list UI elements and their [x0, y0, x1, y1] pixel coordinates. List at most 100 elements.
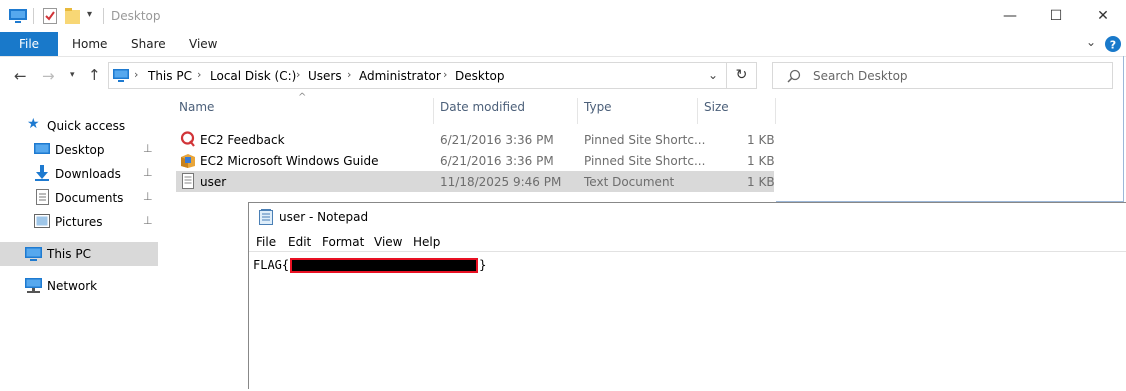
tab-share[interactable]: Share: [131, 32, 166, 56]
properties-icon[interactable]: [43, 8, 57, 24]
nav-item-this-pc[interactable]: This PC: [0, 242, 158, 266]
column-divider[interactable]: [775, 98, 776, 124]
menu-edit[interactable]: Edit: [288, 235, 311, 249]
pictures-icon: [34, 214, 50, 228]
text-document-icon: [182, 173, 194, 189]
nav-label: This PC: [47, 247, 91, 261]
file-row[interactable]: EC2 Feedback 6/21/2016 3:36 PM Pinned Si…: [176, 129, 775, 150]
breadcrumb-administrator[interactable]: Administrator: [359, 69, 441, 83]
network-icon: [25, 278, 42, 293]
breadcrumb-users[interactable]: Users: [308, 69, 342, 83]
toolbar-separator: [33, 8, 34, 24]
toolbar-separator: [103, 8, 104, 24]
help-icon[interactable]: ?: [1105, 36, 1121, 52]
column-header-date-modified[interactable]: Date modified: [440, 100, 525, 122]
file-name: EC2 Microsoft Windows Guide: [200, 154, 379, 168]
nav-label: Pictures: [55, 215, 103, 229]
search-box[interactable]: Search Desktop: [772, 62, 1113, 89]
explorer-app-icon: [9, 9, 27, 23]
guide-icon: [181, 154, 195, 168]
flag-suffix: }: [479, 258, 487, 272]
window-title: Desktop: [111, 9, 161, 23]
this-pc-icon: [113, 69, 129, 82]
file-type: Text Document: [584, 175, 675, 189]
nav-item-downloads[interactable]: Downloads ⊥: [0, 162, 158, 186]
refresh-button[interactable]: ↻: [727, 62, 757, 89]
address-history-dropdown-icon[interactable]: ⌄: [708, 68, 718, 82]
close-button[interactable]: ✕: [1080, 0, 1126, 32]
recent-locations-dropdown-icon[interactable]: ▾: [70, 70, 75, 80]
column-divider[interactable]: [697, 98, 698, 124]
nav-item-desktop[interactable]: Desktop ⊥: [0, 138, 158, 162]
breadcrumb-local-disk[interactable]: Local Disk (C:): [210, 69, 296, 83]
pin-icon[interactable]: ⊥: [143, 214, 153, 227]
maximize-button[interactable]: ☐: [1033, 0, 1079, 32]
column-divider[interactable]: [433, 98, 434, 124]
nav-item-documents[interactable]: Documents ⊥: [0, 186, 158, 210]
forward-arrow-icon[interactable]: →: [42, 67, 55, 85]
notepad-content: FLAG{}: [253, 258, 486, 273]
breadcrumb-separator: ›: [443, 68, 448, 81]
sort-ascending-icon: ^: [298, 92, 307, 103]
downloads-icon: [35, 165, 49, 181]
nav-item-pictures[interactable]: Pictures ⊥: [0, 210, 158, 234]
search-placeholder: Search Desktop: [813, 69, 908, 83]
window-border: [1123, 56, 1124, 202]
nav-label: Downloads: [55, 167, 121, 181]
file-date: 6/21/2016 3:36 PM: [440, 133, 554, 147]
breadcrumb-this-pc[interactable]: This PC: [148, 69, 192, 83]
minimize-button[interactable]: —: [987, 0, 1033, 32]
column-header-size[interactable]: Size: [704, 100, 729, 122]
file-row-selected[interactable]: user 11/18/2025 9:46 PM Text Document 1 …: [176, 171, 775, 192]
expand-ribbon-icon[interactable]: ⌄: [1086, 35, 1096, 49]
file-name: EC2 Feedback: [200, 133, 285, 147]
notepad-window: user - Notepad File Edit Format View Hel…: [248, 202, 1126, 389]
pin-icon[interactable]: ⊥: [143, 142, 153, 155]
nav-item-network[interactable]: Network: [0, 274, 158, 298]
star-icon: ★: [27, 116, 40, 132]
up-arrow-icon[interactable]: ↑: [88, 66, 101, 84]
notepad-title: user - Notepad: [279, 210, 369, 224]
column-header-type[interactable]: Type: [584, 100, 612, 122]
explorer-title-bar: ▾ Desktop — ☐ ✕: [0, 0, 1126, 32]
tab-file[interactable]: File: [0, 32, 58, 56]
menu-view[interactable]: View: [374, 235, 402, 249]
file-row[interactable]: EC2 Microsoft Windows Guide 6/21/2016 3:…: [176, 150, 775, 171]
file-date: 6/21/2016 3:36 PM: [440, 154, 554, 168]
this-pc-icon: [25, 247, 42, 261]
new-folder-icon[interactable]: [65, 8, 80, 24]
breadcrumb-separator: ›: [134, 68, 139, 81]
file-type: Pinned Site Shortc...: [584, 133, 706, 147]
file-size: 1 KB: [747, 133, 775, 147]
search-icon: [787, 69, 801, 83]
file-type: Pinned Site Shortc...: [584, 154, 706, 168]
feedback-icon: [180, 131, 195, 147]
refresh-icon: ↻: [735, 67, 748, 83]
menu-help[interactable]: Help: [413, 235, 440, 249]
notepad-text-area[interactable]: FLAG{}: [249, 251, 1126, 391]
redacted-flag-value: [290, 258, 479, 273]
nav-label: Quick access: [47, 119, 126, 133]
breadcrumb-separator: ›: [296, 68, 301, 81]
menu-format[interactable]: Format: [322, 235, 364, 249]
menu-file[interactable]: File: [256, 235, 276, 249]
file-date: 11/18/2025 9:46 PM: [440, 175, 562, 189]
nav-item-quick-access[interactable]: ★ Quick access: [0, 114, 158, 138]
pin-icon[interactable]: ⊥: [143, 166, 153, 179]
column-divider[interactable]: [577, 98, 578, 124]
pin-icon[interactable]: ⊥: [143, 190, 153, 203]
tab-home[interactable]: Home: [72, 32, 107, 56]
customize-toolbar-dropdown-icon[interactable]: ▾: [87, 9, 92, 20]
column-header-name[interactable]: Name: [179, 100, 214, 122]
nav-label: Network: [47, 279, 98, 293]
nav-label: Desktop: [55, 143, 105, 157]
ribbon-tab-bar: File Home Share View ⌄ ?: [0, 32, 1126, 57]
breadcrumb-separator: ›: [197, 68, 202, 81]
navigation-pane: ★ Quick access Desktop ⊥ Downloads ⊥ Doc…: [0, 100, 158, 389]
address-bar[interactable]: › This PC › Local Disk (C:) › Users › Ad…: [108, 62, 727, 89]
notepad-app-icon: [259, 209, 273, 225]
back-arrow-icon[interactable]: ←: [14, 67, 27, 85]
file-size: 1 KB: [747, 175, 775, 189]
breadcrumb-desktop[interactable]: Desktop: [455, 69, 505, 83]
tab-view[interactable]: View: [189, 32, 217, 56]
